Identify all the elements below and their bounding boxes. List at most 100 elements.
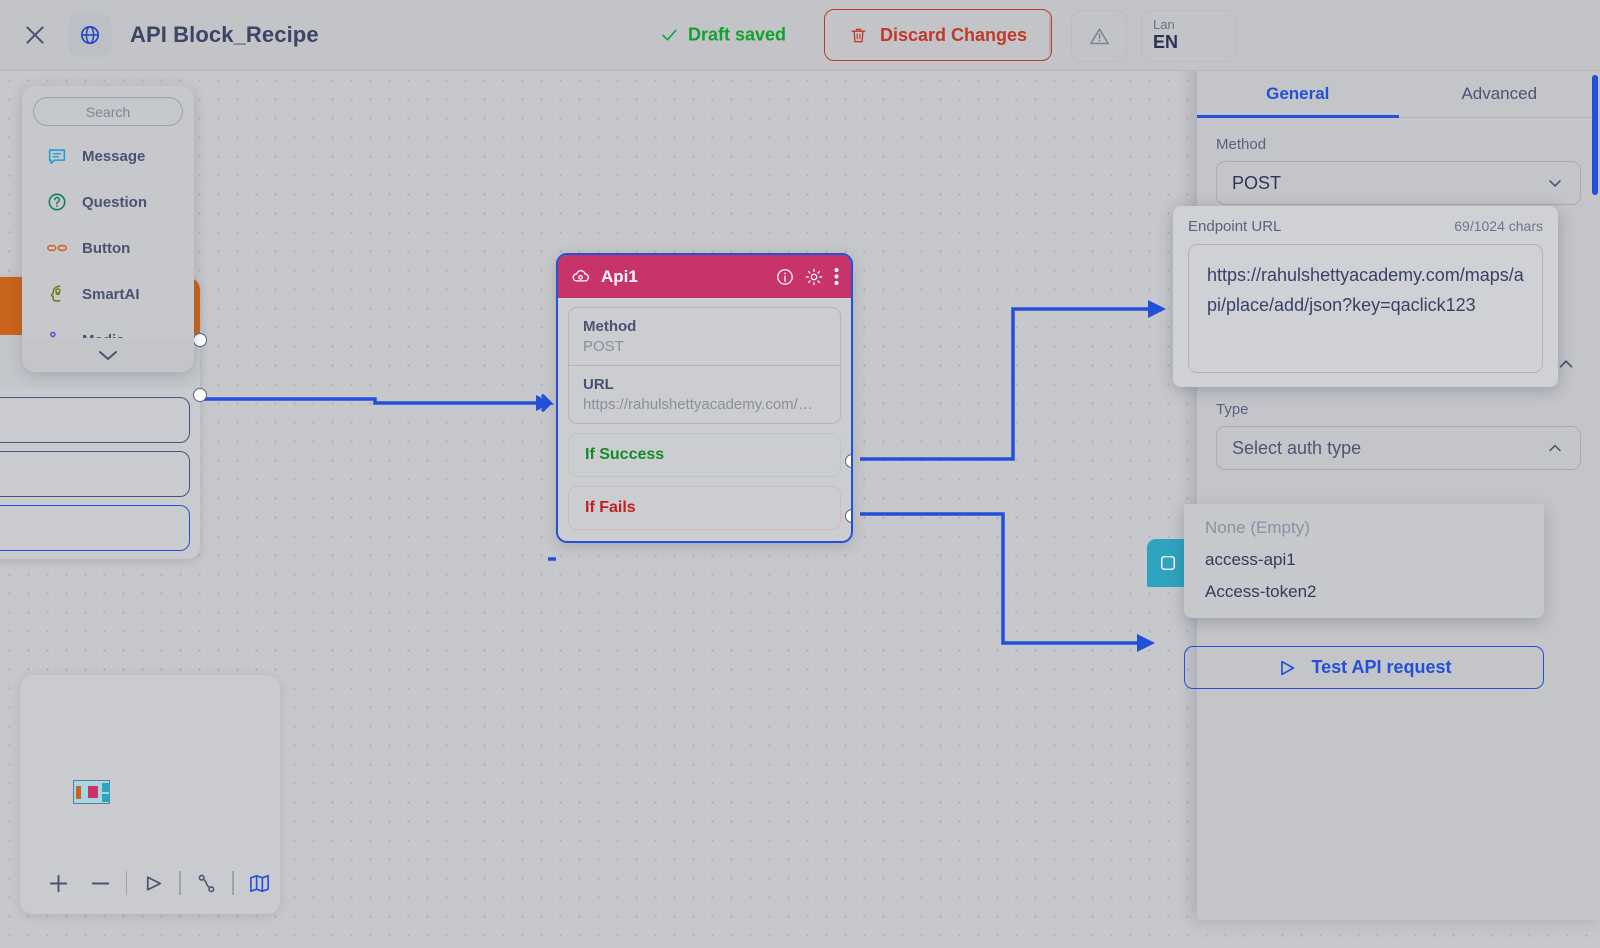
- palette-item-label: Question: [82, 193, 148, 211]
- discard-changes-label: Discard Changes: [880, 24, 1028, 45]
- node-handle-fail[interactable]: [845, 509, 851, 523]
- palette-item-question[interactable]: Question: [22, 179, 194, 225]
- auth-option-access-token2[interactable]: Access-token2: [1184, 576, 1544, 608]
- info-circle-icon[interactable]: [776, 268, 794, 286]
- globe-icon: [80, 25, 100, 45]
- node-field-label: URL: [583, 376, 614, 393]
- toolbar-divider: [125, 871, 128, 895]
- message-bubble-icon: [48, 149, 66, 165]
- minimap-node: [102, 783, 110, 792]
- auth-option-label: Access-token2: [1205, 582, 1317, 601]
- language-selector[interactable]: Lan EN: [1141, 10, 1237, 62]
- top-bar: API Block_Recipe Draft saved Discard Cha…: [0, 0, 1600, 71]
- method-label: Method: [1216, 136, 1267, 153]
- discard-changes-button[interactable]: Discard Changes: [824, 9, 1053, 61]
- method-value: POST: [1232, 172, 1282, 193]
- node-add-row-button[interactable]: Add: [0, 505, 190, 551]
- play-fit-icon: [146, 875, 161, 891]
- block-palette[interactable]: Message Question Button: [22, 86, 194, 372]
- node-branch-label: If Success: [585, 446, 665, 463]
- node-api1[interactable]: Api1 Method POST URL https://rahulshetty…: [556, 253, 853, 543]
- node-field-value: https://rahulshettyacademy.com/…: [583, 396, 813, 413]
- zoom-out-button[interactable]: [79, 862, 120, 904]
- minimap-panel[interactable]: [20, 675, 280, 914]
- panel-tabs: General Advanced: [1197, 71, 1600, 119]
- draft-status-label: Draft saved: [688, 24, 787, 45]
- zoom-in-button[interactable]: [38, 862, 79, 904]
- check-icon: [662, 29, 677, 41]
- language-value: EN: [1153, 32, 1179, 52]
- auth-option-label: None (Empty): [1205, 518, 1310, 537]
- teal-node-icon: [1160, 555, 1176, 571]
- method-select[interactable]: POST: [1216, 161, 1581, 205]
- node-branch-fail[interactable]: If Fails: [568, 486, 841, 530]
- test-api-request-button[interactable]: Test API request: [1184, 646, 1544, 689]
- auth-option-label: access-api1: [1205, 550, 1296, 569]
- palette-list: Message Question Button SmartAI: [22, 133, 194, 363]
- auth-type-value: Select auth type: [1232, 437, 1362, 458]
- tab-label: Advanced: [1461, 84, 1538, 103]
- more-vertical-icon[interactable]: [834, 267, 839, 286]
- panel-scrollbar[interactable]: [1592, 75, 1598, 195]
- palette-search-wrap[interactable]: [33, 97, 183, 126]
- minimap-viewport[interactable]: [73, 780, 110, 804]
- auto-layout-button[interactable]: [186, 862, 227, 904]
- auth-option-none[interactable]: None (Empty): [1184, 512, 1544, 544]
- brain-head-icon: [50, 285, 61, 302]
- auth-type-label: Type: [1216, 401, 1249, 418]
- node-field-value: POST: [583, 338, 624, 355]
- palette-item-label: Message: [82, 147, 146, 165]
- language-label: Lan: [1153, 17, 1175, 32]
- canvas-toolbar: [20, 852, 280, 914]
- palette-item-label: Button: [82, 239, 131, 257]
- node-handle-address1[interactable]: [193, 333, 207, 347]
- auth-option-access-api1[interactable]: access-api1: [1184, 544, 1544, 576]
- node-field-url: URL https://rahulshettyacademy.com/…: [568, 365, 841, 424]
- trash-icon: [851, 28, 866, 42]
- auth-type-dropdown-menu[interactable]: None (Empty) access-api1 Access-token2: [1184, 504, 1544, 618]
- api-cloud-icon: [572, 270, 590, 282]
- play-icon: [1281, 660, 1295, 675]
- fit-view-button[interactable]: [132, 862, 173, 904]
- close-button[interactable]: [18, 18, 52, 52]
- warnings-button[interactable]: [1071, 10, 1127, 62]
- app-icon-button[interactable]: [68, 13, 112, 57]
- tab-general[interactable]: General: [1197, 71, 1399, 119]
- minimap-node: [102, 794, 110, 802]
- node-api1-title: Api1: [601, 266, 638, 286]
- button-toggle-icon: [47, 244, 67, 252]
- node-settings-panel: Api1 General Advanced Method POST: [1197, 0, 1600, 920]
- auth-type-select[interactable]: Select auth type: [1216, 426, 1581, 470]
- toolbar-divider: [178, 871, 181, 895]
- node-handle-success[interactable]: [845, 454, 851, 468]
- node-api1-header: Api1: [558, 255, 851, 298]
- draft-status: Draft saved: [660, 25, 786, 46]
- plus-icon: [50, 874, 68, 892]
- search-input[interactable]: [34, 103, 182, 120]
- chevron-up-icon: [1549, 444, 1561, 452]
- chevron-down-icon: [1549, 180, 1561, 187]
- minimap-node: [76, 786, 81, 799]
- app-root: ess Address1 Fallback Add: [0, 0, 1600, 948]
- node-field-method: Method POST: [568, 307, 841, 365]
- node-row-fallback[interactable]: Fallback: [0, 451, 190, 497]
- gear-icon[interactable]: [805, 268, 823, 286]
- endpoint-url-label: Endpoint URL: [1188, 218, 1282, 235]
- node-branch-label: If Fails: [585, 499, 636, 516]
- palette-item-message[interactable]: Message: [22, 133, 194, 179]
- test-api-request-label: Test API request: [1311, 657, 1452, 677]
- map-toggle-icon: [249, 874, 269, 892]
- minimap-node: [88, 786, 98, 798]
- palette-expand-button[interactable]: [22, 338, 194, 372]
- palette-item-button[interactable]: Button: [22, 225, 194, 271]
- palette-item-smartai[interactable]: SmartAI: [22, 271, 194, 317]
- header-divider: [1049, 17, 1051, 54]
- toggle-minimap-button[interactable]: [239, 862, 280, 904]
- endpoint-url-input[interactable]: https://rahulshettyacademy.com/maps/api/…: [1188, 244, 1543, 373]
- node-handle-fallback[interactable]: [193, 388, 207, 402]
- node-row-address1[interactable]: Address1: [0, 397, 190, 443]
- palette-item-label: SmartAI: [82, 285, 140, 303]
- tab-label: General: [1266, 84, 1330, 103]
- tab-advanced[interactable]: Advanced: [1399, 71, 1600, 117]
- node-branch-success[interactable]: If Success: [568, 433, 841, 477]
